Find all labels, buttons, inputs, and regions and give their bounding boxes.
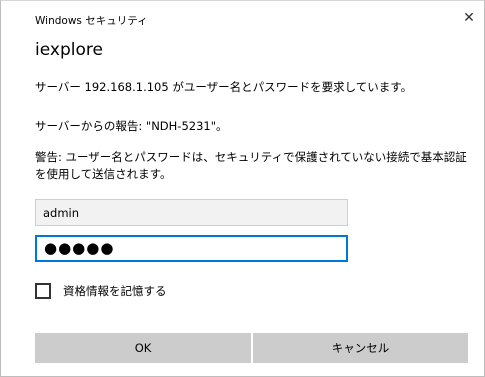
remember-credentials-label: 資格情報を記憶する <box>63 284 167 298</box>
server-report-message: サーバーからの報告: "NDH-5231"。 <box>35 119 228 133</box>
cancel-button[interactable]: キャンセル <box>253 333 468 363</box>
password-field[interactable]: ●●●●● <box>35 235 348 262</box>
close-button[interactable]: ✕ <box>458 7 480 29</box>
checkbox-icon[interactable] <box>35 283 51 299</box>
credential-dialog: Windows セキュリティ ✕ iexplore サーバー 192.168.1… <box>0 0 485 377</box>
close-icon: ✕ <box>463 10 475 26</box>
username-field[interactable] <box>35 199 348 226</box>
window-title: Windows セキュリティ <box>35 15 148 27</box>
ok-button[interactable]: OK <box>35 333 251 363</box>
request-message: サーバー 192.168.1.105 がユーザー名とパスワードを要求しています。 <box>35 80 413 94</box>
title-bar: Windows セキュリティ ✕ <box>1 1 484 31</box>
password-dots: ●●●●● <box>44 239 115 257</box>
warning-message: 警告: ユーザー名とパスワードは、セキュリティで保護されていない接続で基本認証を… <box>35 150 467 181</box>
remember-credentials-checkbox[interactable]: 資格情報を記憶する <box>35 281 167 301</box>
app-name: iexplore <box>35 40 103 60</box>
